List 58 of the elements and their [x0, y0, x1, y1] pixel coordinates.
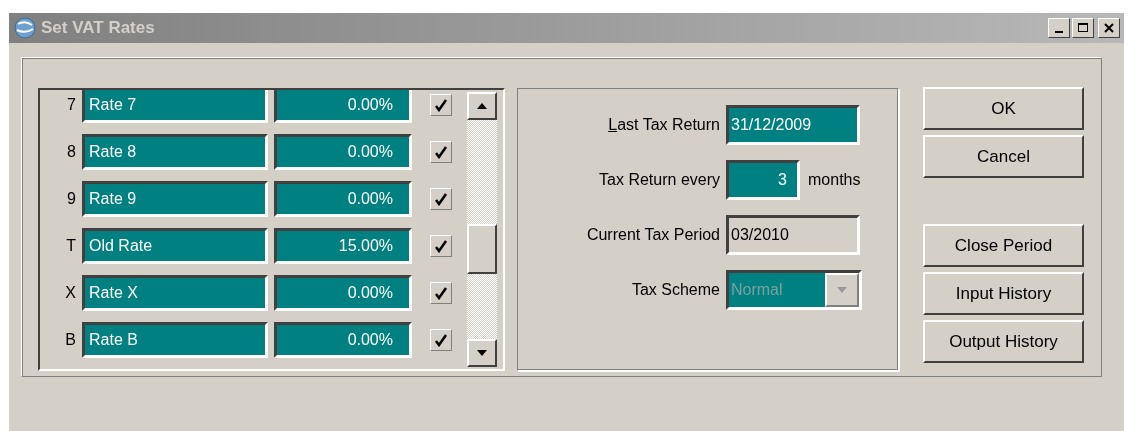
rate-value-field[interactable]: 0.00%: [274, 180, 412, 217]
rate-value-field[interactable]: 0.00%: [274, 90, 412, 123]
rate-name-field[interactable]: Rate 7: [82, 90, 268, 123]
rate-value-field[interactable]: 0.00%: [274, 274, 412, 311]
dialog-button[interactable]: Cancel: [923, 135, 1084, 178]
close-button[interactable]: [1098, 18, 1120, 38]
minimize-button[interactable]: [1048, 18, 1070, 38]
maximize-icon: [1078, 23, 1088, 33]
input-field[interactable]: 31/12/2009: [726, 105, 860, 145]
globe-icon: [13, 16, 37, 40]
field-label: Tax Scheme: [630, 281, 721, 299]
check-icon: [434, 285, 448, 300]
rate-name-field[interactable]: Old Rate: [82, 227, 268, 264]
minimize-icon: [1055, 31, 1063, 33]
dialog-button[interactable]: Input History: [923, 272, 1084, 315]
check-icon: [434, 238, 448, 253]
up-arrow-icon: [477, 103, 487, 109]
maximize-button[interactable]: [1072, 18, 1094, 38]
checkbox[interactable]: [430, 93, 452, 116]
dialog-button[interactable]: Output History: [923, 320, 1084, 363]
input-field[interactable]: 03/2010: [726, 215, 860, 255]
unit-label: months: [808, 171, 861, 189]
scroll-down-button[interactable]: [467, 339, 497, 367]
input-field[interactable]: 3: [726, 160, 800, 200]
field-label: Current Tax Period: [585, 226, 721, 244]
check-icon: [434, 191, 448, 206]
checkbox[interactable]: [430, 140, 452, 163]
check-icon: [434, 332, 448, 347]
rate-value-field[interactable]: 0.00%: [274, 133, 412, 170]
field-label: Last Tax Return: [607, 116, 721, 134]
rate-value-field[interactable]: 0.00%: [274, 321, 412, 358]
scroll-thumb[interactable]: [467, 224, 497, 274]
scroll-up-button[interactable]: [467, 92, 497, 120]
checkbox[interactable]: [430, 281, 452, 304]
rate-value-field[interactable]: 15.00%: [274, 227, 412, 264]
rate-name-field[interactable]: Rate 9: [82, 180, 268, 217]
rate-code: B: [64, 330, 77, 349]
caret-icon: [837, 287, 847, 293]
check-icon: [434, 97, 448, 112]
rate-code: 8: [66, 142, 77, 161]
window-title: Set VAT Rates: [41, 18, 156, 38]
down-arrow-icon: [477, 350, 487, 356]
close-icon: [1104, 23, 1114, 33]
rate-name-field[interactable]: Rate 8: [82, 133, 268, 170]
checkbox[interactable]: [430, 328, 452, 351]
field-label: Tax Return every: [598, 171, 721, 189]
dialog-button[interactable]: OK: [923, 87, 1084, 130]
rate-name-field[interactable]: Rate X: [82, 274, 268, 311]
checkbox[interactable]: [430, 234, 452, 257]
dialog-button[interactable]: Close Period: [923, 224, 1084, 267]
rate-name-field[interactable]: Rate B: [82, 321, 268, 358]
checkbox[interactable]: [430, 187, 452, 210]
rate-code: 7: [66, 95, 77, 114]
rate-code: T: [65, 236, 77, 255]
check-icon: [434, 144, 448, 159]
rate-code: X: [64, 283, 77, 302]
scrollbar[interactable]: [467, 90, 497, 369]
rate-code: 9: [66, 189, 77, 208]
